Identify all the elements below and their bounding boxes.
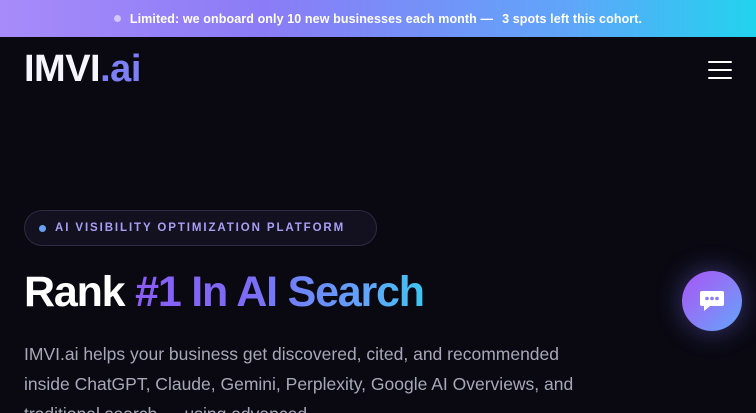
hamburger-menu-icon[interactable]: [704, 59, 736, 81]
badge-dot-icon: [39, 224, 46, 232]
site-header: IMVI.ai: [0, 37, 756, 99]
chat-button[interactable]: [682, 271, 742, 331]
logo[interactable]: IMVI.ai: [24, 49, 141, 89]
banner-text: Limited: we onboard only 10 new business…: [129, 11, 494, 26]
announcement-banner: Limited: we onboard only 10 new business…: [0, 0, 756, 37]
headline-accent: #1 In AI Search: [135, 268, 425, 316]
hero-description: IMVI.ai helps your business get discover…: [24, 344, 574, 413]
logo-suffix: .ai: [100, 48, 141, 90]
menu-line: [708, 69, 732, 71]
menu-line: [708, 61, 732, 63]
menu-line: [708, 77, 732, 79]
chat-bubble-icon: [700, 291, 724, 311]
hero-headline: Rank #1 In AI Search: [24, 266, 425, 318]
banner-cta[interactable]: 3 spots left this cohort.: [502, 12, 642, 26]
banner-dot-icon: [113, 15, 121, 22]
platform-badge: AI VISIBILITY OPTIMIZATION PLATFORM: [24, 210, 377, 246]
badge-text: AI VISIBILITY OPTIMIZATION PLATFORM: [55, 222, 346, 234]
logo-main: IMVI: [24, 48, 101, 90]
headline-plain: Rank: [24, 268, 126, 316]
page: Limited: we onboard only 10 new business…: [0, 0, 756, 413]
